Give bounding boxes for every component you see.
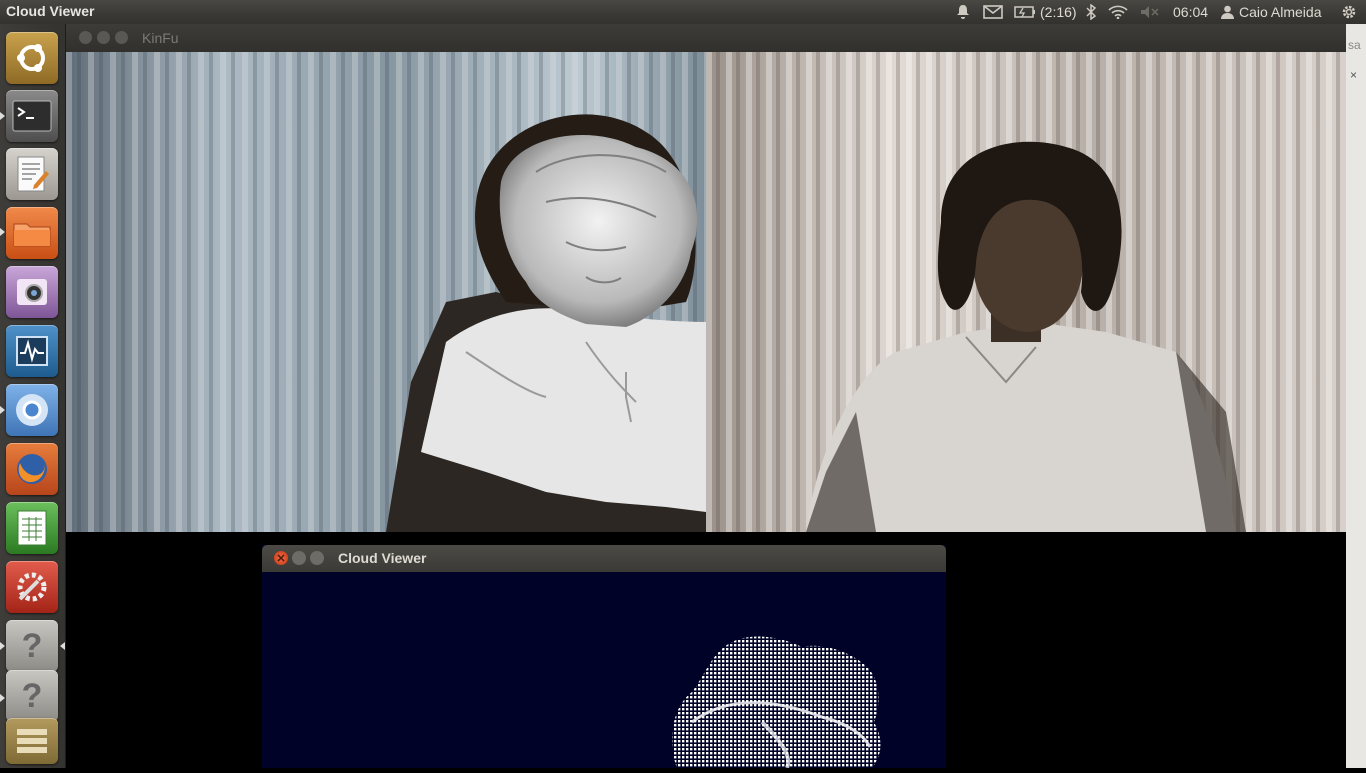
bluetooth-icon[interactable] bbox=[1086, 0, 1096, 24]
folder-icon bbox=[13, 223, 51, 247]
webcam-icon bbox=[17, 279, 47, 305]
unknown-app-icon: ? bbox=[21, 676, 43, 715]
battery-time: (2:16) bbox=[1040, 4, 1077, 20]
top-panel: Cloud Viewer (2:16) 06:04 Caio Almeida bbox=[0, 0, 1366, 24]
maximize-button[interactable] bbox=[115, 31, 128, 44]
running-indicator bbox=[0, 694, 5, 702]
point-cloud-canvas[interactable] bbox=[262, 572, 946, 769]
minimize-button[interactable] bbox=[97, 31, 110, 44]
launcher-system-settings[interactable] bbox=[6, 561, 58, 613]
running-indicator bbox=[0, 228, 5, 236]
kinfu-titlebar[interactable]: KinFu bbox=[66, 24, 1346, 52]
unknown-app-icon: ? bbox=[21, 626, 43, 665]
launcher-files[interactable] bbox=[6, 207, 58, 259]
text-editor-icon bbox=[17, 156, 49, 192]
session-gear-icon[interactable] bbox=[1340, 0, 1358, 24]
dash-home-button[interactable] bbox=[6, 32, 58, 84]
battery-indicator[interactable]: (2:16) bbox=[1014, 0, 1077, 24]
scene-raycast-view[interactable] bbox=[66, 52, 706, 532]
running-indicator bbox=[0, 112, 5, 120]
active-app-title: Cloud Viewer bbox=[6, 3, 95, 19]
launcher-spreadsheet[interactable] bbox=[6, 502, 58, 554]
ubuntu-logo-icon bbox=[17, 44, 45, 72]
background-window-text: sa bbox=[1348, 38, 1361, 52]
close-button[interactable] bbox=[79, 31, 92, 44]
wifi-icon[interactable] bbox=[1108, 0, 1128, 24]
window-title: KinFu bbox=[142, 30, 179, 46]
workspace-switcher-icon bbox=[17, 729, 47, 753]
notification-bell-icon[interactable] bbox=[956, 0, 970, 24]
running-indicator bbox=[0, 642, 5, 650]
launcher-text-editor[interactable] bbox=[6, 148, 58, 200]
focused-indicator bbox=[60, 642, 65, 650]
launcher-workspace-switcher[interactable] bbox=[6, 718, 58, 764]
launcher-system-monitor[interactable] bbox=[6, 325, 58, 377]
system-monitor-icon bbox=[16, 336, 48, 366]
cloud-viewer-window: Cloud Viewer bbox=[262, 545, 946, 769]
user-menu[interactable]: Caio Almeida bbox=[1221, 0, 1322, 24]
close-button[interactable] bbox=[274, 551, 288, 565]
clock[interactable]: 06:04 bbox=[1173, 0, 1208, 24]
volume-muted-icon[interactable] bbox=[1140, 0, 1160, 24]
background-window-edge: sa × bbox=[1346, 24, 1366, 768]
minimize-button[interactable] bbox=[292, 551, 306, 565]
battery-icon bbox=[1014, 6, 1035, 18]
maximize-button[interactable] bbox=[310, 551, 324, 565]
spreadsheet-icon bbox=[17, 510, 47, 546]
launcher-firefox[interactable] bbox=[6, 443, 58, 495]
terminal-icon bbox=[12, 100, 52, 132]
launcher: ? ? bbox=[0, 24, 66, 768]
mail-icon[interactable] bbox=[983, 0, 1003, 24]
window-title: Cloud Viewer bbox=[338, 550, 427, 566]
launcher-terminal[interactable] bbox=[6, 90, 58, 142]
launcher-unknown-app-1[interactable]: ? bbox=[6, 620, 58, 672]
background-close-icon[interactable]: × bbox=[1350, 68, 1357, 82]
user-name: Caio Almeida bbox=[1239, 4, 1322, 20]
rgb-camera-view[interactable] bbox=[706, 52, 1346, 532]
launcher-chromium[interactable] bbox=[6, 384, 58, 436]
close-icon bbox=[277, 554, 285, 562]
chromium-icon bbox=[16, 394, 48, 426]
firefox-icon bbox=[17, 454, 47, 484]
user-icon bbox=[1221, 5, 1234, 19]
launcher-cheese[interactable] bbox=[6, 266, 58, 318]
launcher-unknown-app-2[interactable]: ? bbox=[6, 670, 58, 722]
cloud-viewer-titlebar[interactable]: Cloud Viewer bbox=[262, 545, 946, 572]
settings-icon bbox=[17, 572, 47, 602]
running-indicator bbox=[0, 406, 5, 414]
